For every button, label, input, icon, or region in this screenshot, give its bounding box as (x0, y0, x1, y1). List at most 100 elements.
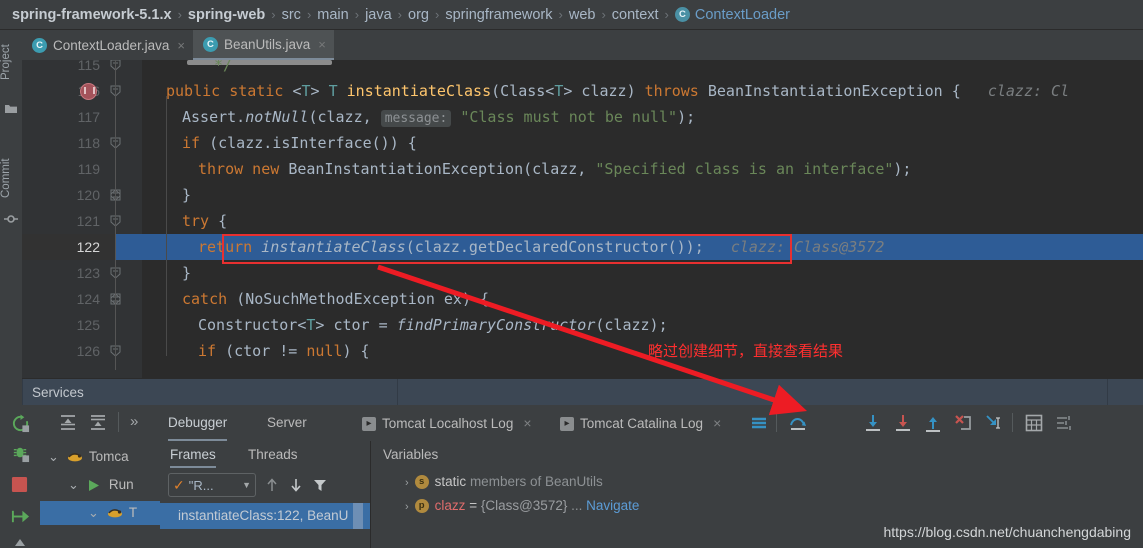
breadcrumb-item-context[interactable]: context (612, 7, 659, 23)
close-icon[interactable]: × (523, 415, 531, 431)
code-token: clazz: Cl (960, 82, 1070, 100)
breadcrumb-item-spring-framework-5-1-x[interactable]: spring-framework-5.1.x (12, 7, 172, 23)
breadcrumb-label: context (611, 6, 659, 23)
code-fold-marker[interactable] (110, 60, 122, 71)
chevron-right-icon[interactable]: › (405, 477, 409, 489)
code-fold-marker[interactable] (110, 215, 122, 227)
sidebar-item-commit[interactable]: Commit (0, 148, 22, 208)
debug-tab-debugger[interactable]: Debugger (168, 405, 228, 441)
code-line[interactable]: 116public static <T> T instantiateClass(… (22, 78, 1143, 104)
navigate-link[interactable]: Navigate (586, 498, 639, 513)
close-icon[interactable]: × (713, 415, 721, 431)
code-editor[interactable]: 115 */ 116public static <T> T instantiateC… (22, 60, 1143, 378)
breadcrumb-item-contextloader[interactable]: C ContextLoader (674, 6, 791, 23)
code-token: public static (166, 82, 293, 100)
frames-scrollbar[interactable] (353, 503, 363, 529)
code-line[interactable]: 122 return instantiateClass(clazz.getDecl… (22, 234, 1143, 260)
run-to-cursor-icon[interactable] (983, 413, 1003, 433)
expand-all-icon[interactable] (58, 413, 78, 433)
resume-program-icon[interactable] (11, 507, 30, 526)
breadcrumb-item-org[interactable]: org (408, 7, 429, 23)
step-over-icon[interactable] (788, 413, 808, 433)
fold-connector-line (115, 60, 116, 370)
chevron-right-icon[interactable]: › (405, 501, 409, 513)
code-line[interactable]: 123} (22, 260, 1143, 286)
move-up-icon[interactable] (264, 477, 280, 493)
breadcrumb-item-main[interactable]: main (317, 7, 348, 23)
step-into-icon[interactable] (863, 413, 883, 433)
force-step-into-icon[interactable] (893, 413, 913, 433)
field-badge-icon: p (414, 499, 429, 514)
pin-icon[interactable] (13, 538, 27, 548)
code-fold-marker[interactable] (110, 137, 122, 149)
breadcrumb-item-springframework[interactable]: springframework (445, 7, 552, 23)
code-line[interactable]: 118 if (clazz.isInterface()) { (22, 130, 1143, 156)
code-line[interactable]: 119 throw new BeanInstantiationException(… (22, 156, 1143, 182)
editor-tab-contextloader-java[interactable]: C ContextLoader.java × (22, 30, 193, 60)
code-token: try (182, 212, 219, 230)
breakpoint-icon[interactable] (80, 83, 97, 100)
debug-tab-server[interactable]: Server (267, 405, 307, 441)
code-line[interactable]: 117 Assert.notNull(clazz, message: "Class… (22, 104, 1143, 130)
run-tree-row[interactable]: ⌄ Tomca (48, 445, 129, 469)
breadcrumb-item-web[interactable]: web (569, 7, 596, 23)
chevron-down-icon[interactable]: ⌄ (48, 449, 59, 464)
more-icon[interactable]: » (130, 413, 138, 430)
tab-frames[interactable]: Frames (170, 441, 216, 468)
drop-frame-icon[interactable] (953, 413, 973, 433)
variable-ellipsis: ... (567, 498, 587, 513)
variable-row[interactable]: › s static members of BeanUtils (405, 471, 603, 493)
code-token: throw new (198, 160, 289, 178)
code-line[interactable]: 121 try { (22, 208, 1143, 234)
evaluate-expression-icon[interactable] (1024, 413, 1044, 433)
code-line[interactable]: 124 catch (NoSuchMethodException ex) { (22, 286, 1143, 312)
show-execution-point-icon[interactable] (749, 413, 769, 433)
code-content[interactable]: 115 */ 116public static <T> T instantiateC… (22, 60, 1143, 378)
breadcrumb-label: ContextLoader (694, 6, 791, 23)
breadcrumb-item-java[interactable]: java (365, 7, 392, 23)
code-fold-marker-end[interactable] (110, 293, 122, 305)
code-line[interactable]: 126 if (ctor != null) { (22, 338, 1143, 364)
run-tree-row[interactable]: ⌄ Run (68, 473, 134, 497)
run-tree-row[interactable]: ⌄ T (88, 501, 137, 525)
tab-variables[interactable]: Variables (383, 441, 438, 468)
filter-icon[interactable] (312, 477, 328, 493)
close-icon[interactable]: × (318, 37, 326, 52)
rerun-icon[interactable] (11, 414, 30, 433)
frame-row[interactable]: instantiateClass:122, BeanU (160, 503, 370, 529)
line-code: if (ctor != null) { (198, 338, 370, 364)
debug-tab-tomcat-localhost-log[interactable]: ▸ Tomcat Localhost Log × (362, 405, 532, 441)
code-fold-marker[interactable] (110, 345, 122, 357)
debug-toolbar: » Debugger Server ▸ Tomcat Localhost Log × ▸ T… (40, 405, 1143, 441)
structure-icon[interactable] (4, 212, 18, 226)
code-fold-marker-end[interactable] (110, 189, 122, 201)
code-fold-marker[interactable] (110, 85, 122, 97)
close-icon[interactable]: × (177, 38, 185, 53)
code-line[interactable]: 115 */ (22, 60, 1143, 78)
variable-row[interactable]: › p clazz = {Class@3572} ... Navigate (405, 495, 639, 517)
breadcrumb-item-spring-web[interactable]: spring-web (188, 7, 265, 23)
editor-tab-beanutils-java[interactable]: C BeanUtils.java × (192, 30, 334, 60)
thread-selector[interactable]: ✓ "R... ▼ (168, 473, 256, 497)
step-out-icon[interactable] (923, 413, 943, 433)
code-line[interactable]: 120} (22, 182, 1143, 208)
folder-icon[interactable] (4, 102, 18, 116)
console-icon: ▸ (362, 417, 376, 432)
debug-rerun-icon[interactable] (11, 444, 30, 463)
collapse-all-icon[interactable] (88, 413, 108, 433)
chevron-down-icon[interactable]: ⌄ (68, 477, 79, 492)
code-token: Constructor< (198, 316, 307, 334)
code-fold-marker[interactable] (110, 267, 122, 279)
settings-icon[interactable] (1054, 413, 1074, 433)
editor-tab-label: BeanUtils.java (223, 36, 311, 52)
breadcrumb-label: org (408, 6, 429, 23)
debug-tab-tomcat-catalina-log[interactable]: ▸ Tomcat Catalina Log × (560, 405, 721, 441)
chevron-down-icon[interactable]: ⌄ (88, 505, 99, 520)
stop-icon[interactable] (11, 476, 28, 493)
breadcrumb-item-src[interactable]: src (282, 7, 301, 23)
services-title: Services (32, 385, 84, 400)
sidebar-item-project[interactable]: Project (0, 32, 22, 92)
move-down-icon[interactable] (288, 477, 304, 493)
code-line[interactable]: 125 Constructor<T> ctor = findPrimaryCons… (22, 312, 1143, 338)
tab-threads[interactable]: Threads (248, 441, 298, 468)
